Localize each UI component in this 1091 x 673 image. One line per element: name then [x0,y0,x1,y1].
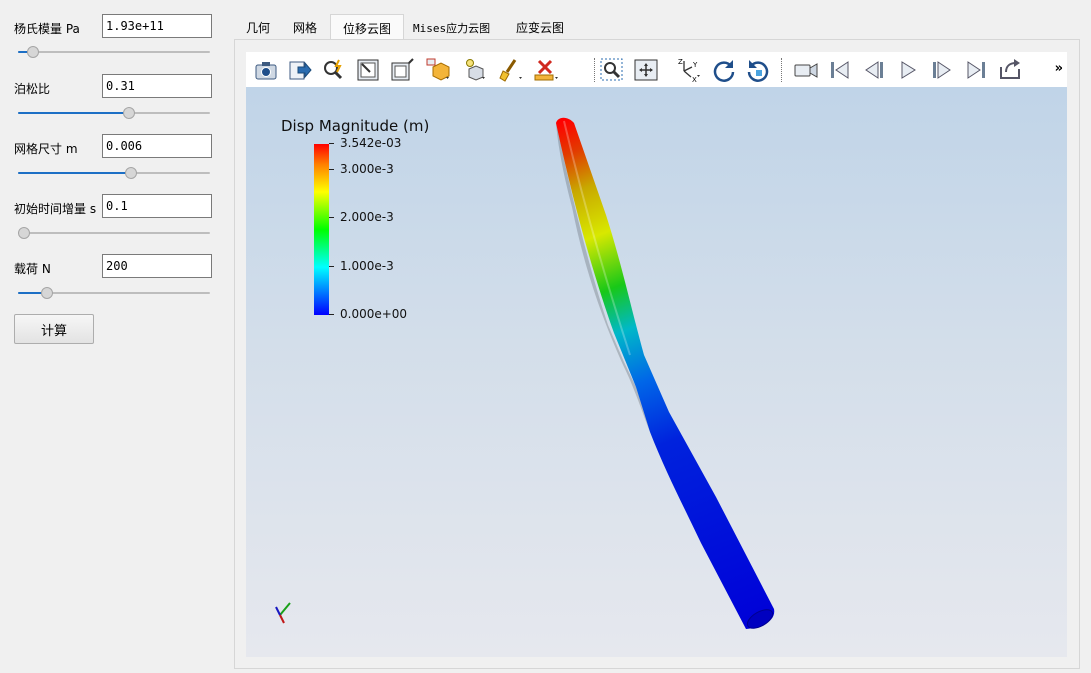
load-label: 载荷 N [14,262,51,276]
poisson-ratio-slider[interactable] [18,106,210,120]
poisson-ratio-label: 泊松比 [14,82,51,96]
export-icon[interactable] [286,56,314,84]
load-input[interactable]: 200 [102,254,212,278]
tab-strain[interactable]: 应变云图 [504,14,576,40]
legend-tick-label: 1.000e-3 [340,259,394,273]
slider-fill [18,112,129,114]
calculate-button[interactable]: 计算 [14,314,94,344]
youngs-modulus-slider[interactable] [18,45,210,59]
camera-record-icon[interactable] [792,56,820,84]
mesh-size-label: 网格尺寸 m [14,142,78,156]
orientation-axes-widget [275,602,291,624]
play-icon[interactable] [894,56,922,84]
last-frame-icon[interactable] [962,56,990,84]
legend-tick-label: 3.542e-03 [340,136,402,150]
legend-tick-mark [329,217,334,218]
rotate-cw-icon[interactable] [710,56,738,84]
tab-geometry[interactable]: 几何 [234,14,282,40]
color-bar [314,144,329,315]
mesh-size-slider[interactable] [18,166,210,180]
toolbar-separator [594,58,596,82]
rotate-ccw-icon[interactable] [744,56,772,84]
select-block-icon[interactable] [460,56,488,84]
select-cells-icon[interactable] [354,56,382,84]
slider-handle[interactable] [41,287,53,299]
toolbar-overflow-button[interactable]: » [1055,61,1063,76]
legend-tick-mark [329,143,334,144]
slider-handle[interactable] [125,167,137,179]
mesh-size-input[interactable]: 0.006 [102,134,212,158]
tab-mesh[interactable]: 网格 [281,14,329,40]
load-slider[interactable] [18,286,210,300]
brush-icon[interactable] [496,56,524,84]
svg-text:X: X [692,76,697,83]
find-data-icon[interactable] [320,56,348,84]
slider-handle[interactable] [27,46,39,58]
svg-text:Z: Z [678,58,683,66]
next-frame-icon[interactable] [928,56,956,84]
zoom-to-box-icon[interactable] [598,56,626,84]
camera-icon[interactable] [252,56,280,84]
initial-increment-input[interactable]: 0.1 [102,194,212,218]
legend-tick-mark [329,266,334,267]
select-points-icon[interactable] [388,56,416,84]
previous-frame-icon[interactable] [860,56,888,84]
slider-fill [18,172,131,174]
poisson-ratio-input[interactable]: 0.31 [102,74,212,98]
first-frame-icon[interactable] [826,56,854,84]
tab-mises-stress[interactable]: Mises应力云图 [401,14,502,40]
legend-title: Disp Magnitude (m) [281,117,430,135]
legend-tick-label: 0.000e+00 [340,307,408,321]
orientation-axes-icon[interactable]: Z YX [674,56,702,84]
tab-displacement[interactable]: 位移云图 [330,14,405,40]
youngs-modulus-input[interactable]: 1.93e+11 [102,14,212,38]
initial-increment-label: 初始时间增量 s [14,202,97,216]
legend-tick-label: 2.000e-3 [340,210,394,224]
render-toolbar: Z YX » [246,52,1067,87]
legend-tick-mark [329,314,334,315]
slider-handle[interactable] [18,227,30,239]
clear-selection-icon[interactable] [532,56,560,84]
reset-camera-icon[interactable] [632,56,660,84]
legend-tick-mark [329,169,334,170]
svg-text:Y: Y [692,61,698,69]
legend-tick-label: 3.000e-3 [340,162,394,176]
toolbar-separator [781,58,783,82]
slider-handle[interactable] [123,107,135,119]
loop-icon[interactable] [996,56,1024,84]
youngs-modulus-label: 杨氏模量 Pa [14,22,80,36]
slider-groove [18,232,210,234]
slider-groove [18,51,210,53]
initial-increment-slider[interactable] [18,226,210,240]
interactive-select-icon[interactable] [424,56,452,84]
render-viewport[interactable]: Disp Magnitude (m) 3.542e-03 3.000e-3 2.00… [246,87,1067,657]
